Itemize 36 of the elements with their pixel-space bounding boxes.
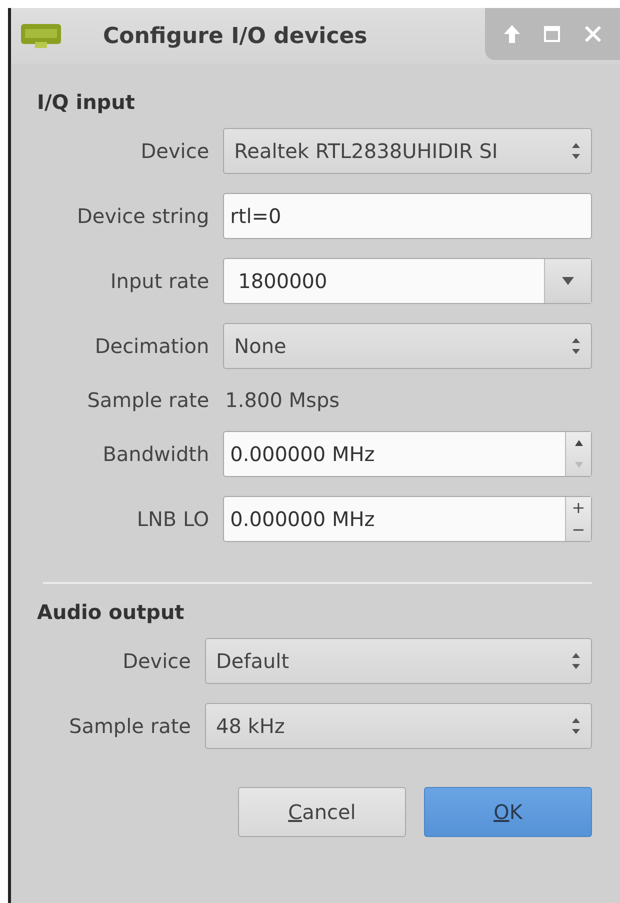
field-label: Device bbox=[140, 139, 210, 163]
increment-button[interactable]: + bbox=[566, 497, 591, 519]
dropdown[interactable]: Realtek RTL2838UHIDIR SI bbox=[223, 128, 592, 174]
section-heading: I/Q input bbox=[37, 90, 135, 114]
spin-field[interactable]: 0.000000 MHz bbox=[223, 431, 592, 477]
decrement-button[interactable]: − bbox=[566, 519, 591, 541]
up-down-arrows-icon bbox=[571, 142, 581, 160]
field-label: Sample rate bbox=[69, 714, 191, 738]
up-down-arrows-icon bbox=[571, 717, 581, 735]
up-down-arrows-icon bbox=[571, 652, 581, 670]
input-field[interactable]: rtl=0 bbox=[223, 193, 592, 239]
caret-down-icon[interactable] bbox=[562, 277, 574, 285]
field-label: Input rate bbox=[110, 269, 210, 293]
close-icon[interactable] bbox=[584, 25, 602, 43]
cancel-button[interactable]: Cancel bbox=[238, 787, 406, 837]
app-icon bbox=[21, 24, 61, 50]
arrow-up-icon[interactable] bbox=[502, 24, 521, 44]
down-arrow-icon bbox=[574, 462, 582, 468]
maximize-icon[interactable] bbox=[544, 26, 560, 42]
spin-field[interactable]: 0.000000 MHz + − bbox=[223, 496, 592, 542]
field-label: LNB LO bbox=[136, 507, 210, 531]
combo-field[interactable]: 1800000 bbox=[223, 258, 592, 304]
field-label: Decimation bbox=[94, 334, 210, 358]
up-arrow-icon bbox=[574, 440, 582, 446]
dropdown[interactable]: 48 kHz bbox=[204, 703, 592, 749]
field-label: Bandwidth bbox=[102, 442, 210, 466]
window-title: Configure I/O devices bbox=[103, 24, 368, 48]
field-label: Sample rate bbox=[87, 388, 210, 412]
section-heading: Audio output bbox=[37, 600, 184, 624]
value-text: 1.800 Msps bbox=[224, 388, 341, 412]
up-down-arrows-icon bbox=[571, 337, 581, 355]
dropdown[interactable]: Default bbox=[204, 638, 592, 684]
field-label: Device string bbox=[77, 204, 210, 228]
field-label: Device bbox=[122, 649, 191, 673]
dropdown[interactable]: None bbox=[223, 323, 592, 369]
ok-button[interactable]: OK bbox=[424, 787, 592, 837]
